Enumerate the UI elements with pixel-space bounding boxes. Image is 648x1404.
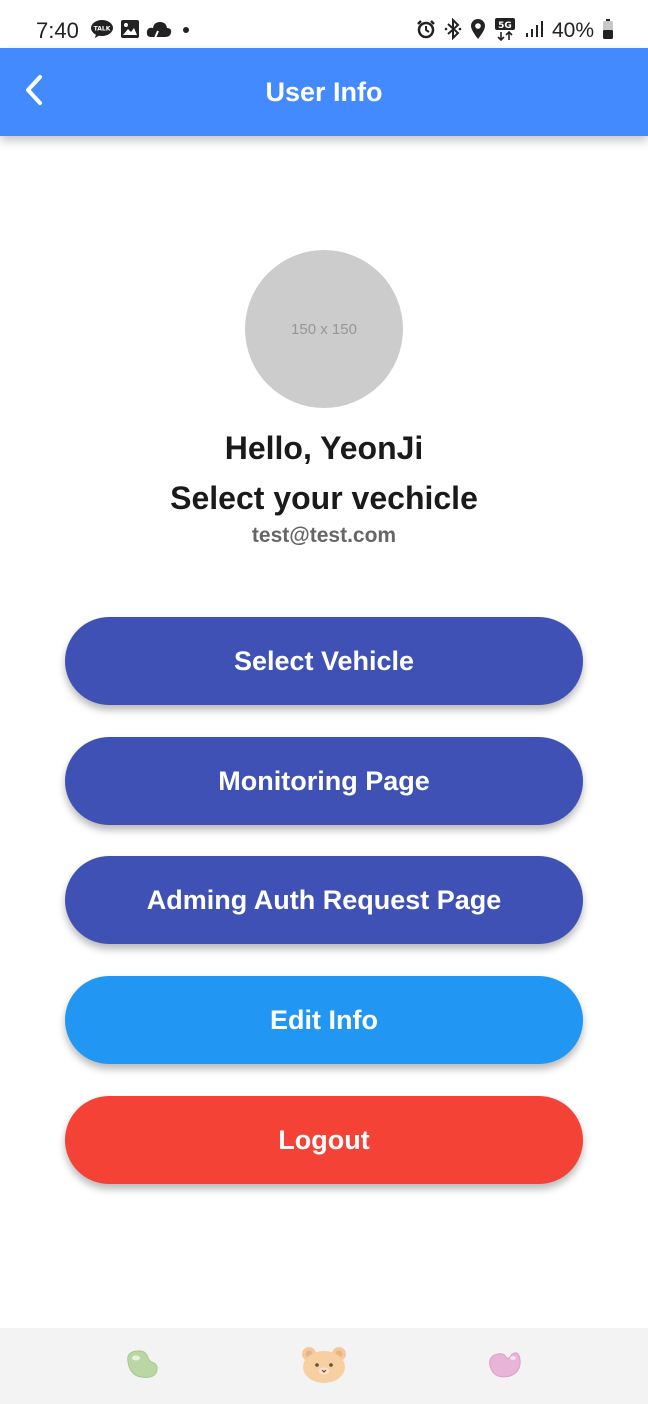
alarm-icon	[416, 19, 436, 44]
nav-item-bear[interactable]	[296, 1328, 352, 1404]
page-title: User Info	[265, 77, 383, 107]
notification-icons: TALK	[90, 19, 192, 44]
bottom-nav-bar	[0, 1328, 648, 1404]
user-info-screen: 7:40 TALK 5G 40% User Info 150 x 150 Hel…	[0, 0, 648, 1404]
cloud-icon	[146, 19, 172, 44]
select-vehicle-button[interactable]: Select Vehicle	[65, 617, 583, 705]
5g-icon: 5G	[494, 17, 516, 46]
gallery-icon	[120, 19, 140, 44]
battery-icon	[602, 18, 614, 45]
location-icon	[470, 18, 486, 45]
logout-button[interactable]: Logout	[65, 1096, 583, 1184]
app-bar: User Info	[0, 48, 648, 136]
svg-text:5G: 5G	[498, 21, 512, 31]
battery-percentage: 40%	[551, 19, 594, 42]
status-bar: 7:40 TALK 5G 40%	[0, 0, 648, 48]
pink-jellybean-icon	[486, 1348, 522, 1385]
user-email: test@test.com	[251, 524, 397, 547]
svg-text:TALK: TALK	[94, 25, 111, 32]
status-time: 7:40	[36, 18, 79, 43]
nav-item-green[interactable]	[118, 1328, 166, 1404]
admin-auth-request-button[interactable]: Adming Auth Request Page	[65, 856, 583, 944]
avatar-placeholder-label: 150 x 150	[291, 320, 357, 338]
avatar: 150 x 150	[245, 250, 403, 408]
edit-info-button[interactable]: Edit Info	[65, 976, 583, 1064]
signal-icon	[524, 19, 544, 44]
dot-icon	[178, 19, 192, 44]
monitoring-page-button[interactable]: Monitoring Page	[65, 737, 583, 825]
greeting-text: Hello, YeonJi	[224, 430, 424, 466]
bluetooth-icon	[444, 17, 462, 45]
green-jellybean-icon	[124, 1348, 160, 1385]
bear-face-icon	[299, 1344, 349, 1389]
subtitle-text: Select your vechicle	[170, 480, 478, 516]
kakaotalk-icon: TALK	[90, 19, 114, 44]
system-icons: 5G 40%	[416, 17, 614, 45]
nav-item-pink[interactable]	[482, 1328, 526, 1404]
